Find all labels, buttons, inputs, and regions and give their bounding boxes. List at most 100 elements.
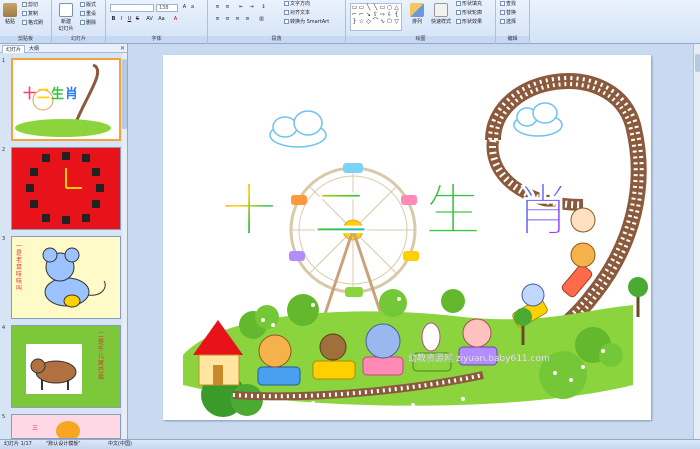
font-label: 字体: [106, 36, 207, 43]
decrease-indent-button[interactable]: ⇤: [238, 4, 245, 11]
brush-icon: [22, 20, 27, 25]
title-char-3: 生: [425, 179, 481, 244]
paste-button[interactable]: 粘贴: [2, 3, 18, 25]
font-size-combo[interactable]: 138: [156, 4, 178, 12]
clipboard-group: 粘贴 剪切 复制 格式刷 剪贴板: [0, 0, 52, 44]
shapes-gallery[interactable]: ▭▭ ╲ ╲ ▭ ○ △ ⌐ ⌐ ↘ ⇧ ⇨ ⇩{ } ☆ ◇ ⌒∿ ⬠ ▽: [350, 3, 402, 31]
fill-bucket-icon: [456, 1, 461, 6]
thumbnail-slide-3[interactable]: 一是老鼠吱吱叫: [11, 236, 121, 319]
svg-text:十: 十: [23, 86, 36, 102]
svg-text:二: 二: [37, 87, 50, 102]
font-name-combo[interactable]: [110, 4, 154, 12]
replace-button[interactable]: 替换: [500, 10, 516, 17]
increase-indent-button[interactable]: ⇥: [248, 4, 255, 11]
tab-slides[interactable]: 幻灯片: [2, 45, 26, 53]
text-direction-button[interactable]: 文字方向: [284, 1, 310, 8]
layout-icon: [80, 2, 85, 7]
close-icon[interactable]: ✕: [120, 45, 125, 52]
smartart-icon: [284, 19, 289, 24]
status-bar: 幻灯片 1/17 "默认设计模板" 中文(中国): [0, 439, 700, 449]
replace-icon: [500, 10, 505, 15]
scissors-icon: [22, 2, 27, 7]
slides-pane: 幻灯片 大纲 ✕ 1 十 二 生 肖 2 3 一是老鼠吱吱叫 4 二是牛儿尾巴摇…: [0, 44, 128, 439]
cloud-left: [269, 110, 327, 148]
paste-icon: [3, 3, 17, 17]
thumbnail-slide-1[interactable]: 十 二 生 肖: [11, 58, 121, 141]
delete-icon: [80, 20, 85, 25]
justify-button[interactable]: ≡: [244, 16, 251, 23]
numbering-button[interactable]: ≡: [224, 4, 231, 11]
char-spacing-button[interactable]: AV: [146, 16, 153, 23]
editing-label: 编辑: [496, 36, 529, 43]
slides-pane-scrollbar[interactable]: [122, 53, 127, 439]
quick-styles-button[interactable]: 快速样式: [430, 3, 452, 25]
italic-button[interactable]: I: [118, 16, 125, 23]
line-spacing-button[interactable]: ↕: [260, 4, 267, 11]
slide-illustration: ★ 十 二 生 肖: [183, 73, 648, 417]
title-char-4: 肖: [515, 179, 571, 244]
arrange-icon: [410, 3, 424, 17]
align-center-button[interactable]: ≡: [224, 16, 231, 23]
align-right-button[interactable]: ≡: [234, 16, 241, 23]
mouse-illustration: [42, 247, 106, 308]
change-case-button[interactable]: Aa: [158, 16, 165, 23]
pane-tabs: 幻灯片 大纲 ✕: [0, 44, 127, 53]
bullets-button[interactable]: ≡: [214, 4, 221, 11]
new-slide-button[interactable]: 新建 幻灯片: [56, 3, 76, 32]
pen-icon: [456, 10, 461, 15]
slide-scrollbar[interactable]: [693, 44, 700, 439]
convert-smartart-button[interactable]: 转换为 SmartArt: [284, 19, 329, 26]
copy-button[interactable]: 复制: [22, 11, 38, 18]
language-status[interactable]: 中文(中国): [108, 440, 132, 449]
editing-group: 查找 替换 选择 编辑: [496, 0, 530, 44]
thumbnail-slide-2[interactable]: [11, 147, 121, 230]
select-button[interactable]: 选择: [500, 19, 516, 26]
svg-text:肖: 肖: [65, 86, 78, 102]
arrange-button[interactable]: 排列: [408, 3, 426, 25]
thumbnail-5-text: 三: [32, 425, 39, 432]
cut-button[interactable]: 剪切: [22, 2, 38, 9]
align-left-button[interactable]: ≡: [214, 16, 221, 23]
quick-styles-icon: [434, 3, 448, 17]
slide-count: 幻灯片 1/17: [4, 441, 32, 447]
paragraph-group: ≡ ≡ ⇤ ⇥ ↕ ≡ ≡ ≡ ≡ ▥ 文字方向 对齐文本 转换为 SmartA…: [208, 0, 346, 44]
grow-font-button[interactable]: A: [181, 4, 188, 11]
ribbon: 粘贴 剪切 复制 格式刷 剪贴板 新建 幻灯片 版式 重设 删除 幻灯片 138…: [0, 0, 700, 44]
thumbnail-slide-4[interactable]: 二是牛儿尾巴摇: [11, 325, 121, 408]
tab-outline[interactable]: 大纲: [26, 45, 42, 53]
delete-slide-button[interactable]: 删除: [80, 20, 96, 27]
thumbnail-number: 4: [2, 325, 6, 331]
watermark-text: 幼教资源网 ziyuan.baby611.com: [408, 352, 550, 364]
shrink-font-button[interactable]: a: [189, 4, 196, 11]
shape-effects-button[interactable]: 形状效果: [456, 19, 482, 26]
slide-workspace: ★ 十 二 生 肖: [129, 44, 700, 439]
thumbnail-number: 3: [2, 236, 6, 242]
align-text-icon: [284, 10, 289, 15]
columns-button[interactable]: ▥: [258, 16, 265, 23]
bold-button[interactable]: B: [110, 16, 117, 23]
slide-title: 十 二 生 肖: [221, 179, 572, 248]
ox-illustration: [30, 358, 77, 390]
layout-button[interactable]: 版式: [80, 2, 96, 9]
underline-button[interactable]: U: [126, 16, 133, 23]
thumbnail-2-clock: [26, 152, 104, 224]
ox-picture-frame: [26, 344, 82, 394]
effects-icon: [456, 19, 461, 24]
font-group: 138 A a B I U S AV Aa A 字体: [106, 0, 208, 44]
tiger-head: [56, 421, 80, 438]
shape-outline-button[interactable]: 形状轮廓: [456, 10, 482, 17]
format-painter-button[interactable]: 格式刷: [22, 20, 43, 27]
strikethrough-button[interactable]: S: [134, 16, 141, 23]
thumbnail-number: 2: [2, 147, 6, 153]
thumbnail-slide-5[interactable]: 三: [11, 414, 121, 439]
current-slide[interactable]: ★ 十 二 生 肖: [163, 55, 651, 420]
clipboard-label: 剪贴板: [0, 36, 51, 43]
reset-icon: [80, 11, 85, 16]
slides-group: 新建 幻灯片 版式 重设 删除 幻灯片: [52, 0, 106, 44]
reset-button[interactable]: 重设: [80, 11, 96, 18]
shape-fill-button[interactable]: 形状填充: [456, 1, 482, 8]
align-text-button[interactable]: 对齐文本: [284, 10, 310, 17]
text-direction-icon: [284, 1, 289, 6]
find-button[interactable]: 查找: [500, 1, 516, 8]
font-color-button[interactable]: A: [172, 16, 179, 23]
